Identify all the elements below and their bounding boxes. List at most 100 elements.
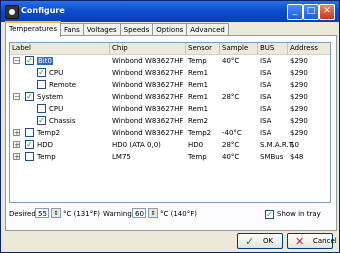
desired-label: Desired [9,210,36,218]
row-sensor: Rem1 [188,105,209,113]
row-label: Temp2 [37,129,61,137]
row-sample: 28°C [222,141,240,149]
row-chip: Winbond W83627HF [112,93,184,101]
row-sample: 40°C [222,153,240,161]
row-sensor: Rem1 [188,81,209,89]
grid-header: Label Chip Sensor Sample BUS Address [10,43,330,55]
row-chip: Winbond W83627HF [112,57,184,65]
show-in-tray-checkbox[interactable]: ✓ [265,210,274,219]
row-chip: Winbond W83627HF [112,69,184,77]
maximize-icon: □ [306,6,316,16]
row-bus: ISA [260,81,272,89]
close-icon: ✕ [323,6,331,16]
row-label: CPU [49,69,64,77]
expand-icon[interactable]: + [13,141,20,149]
row-address: $290 [290,129,308,137]
collapse-icon[interactable]: − [13,93,20,101]
row-bus: ISA [260,105,272,113]
ok-button[interactable]: ✓ OK [237,233,283,249]
maximize-button[interactable]: □ [303,4,319,20]
table-row[interactable]: + Temp LM75 Temp 40°C SMBus $48 [10,151,330,163]
row-checkbox[interactable]: ✓ [37,116,46,125]
tab-temperatures[interactable]: Temperatures [5,21,61,37]
row-sample: 40°C [222,57,240,65]
row-address: $290 [290,117,308,125]
column-header-label[interactable]: Label [10,43,110,54]
ok-label: OK [263,237,274,245]
row-sensor: Rem1 [188,93,209,101]
row-chip: HD0 (ATA 0,0) [112,141,161,149]
row-chip: Winbond W83627HF [112,129,184,137]
column-header-address[interactable]: Address [288,43,330,54]
expand-icon[interactable]: + [13,129,20,137]
row-label: Bit0 [37,57,53,65]
row-sensor: HD0 [188,141,204,149]
row-sensor: Rem2 [188,117,209,125]
show-in-tray-label: Show in tray [277,210,321,218]
row-sensor: Temp [188,153,207,161]
table-row[interactable]: Remote Winbond W83627HF Rem1 ISA $290 [10,79,330,91]
row-checkbox[interactable]: ✓ [37,68,46,77]
row-checkbox[interactable]: ✓ [25,140,34,149]
row-sample: -40°C [222,129,242,137]
minimize-button[interactable]: _ [287,4,303,20]
row-sensor: Temp [188,57,207,65]
expand-icon[interactable]: + [13,153,20,161]
row-checkbox[interactable]: ✓ [25,92,34,101]
threshold-bar: Desired 55 ⇕ °C (131°F) Warning 60 ⇕ °C … [9,207,329,223]
column-header-bus[interactable]: BUS [258,43,288,54]
desired-input[interactable]: 55 [35,208,49,218]
row-bus: SMBus [260,153,284,161]
desired-stepper[interactable]: ⇕ [51,208,61,218]
column-header-chip[interactable]: Chip [110,43,186,54]
collapse-icon[interactable]: − [13,57,20,65]
row-bus: ISA [260,57,272,65]
table-row[interactable]: − ✓ Bit0 Winbond W83627HF Temp 40°C ISA … [10,55,330,67]
row-chip: Winbond W83627HF [112,105,184,113]
row-address: $290 [290,69,308,77]
table-row[interactable]: ✓ CPU Winbond W83627HF Rem1 ISA $290 [10,67,330,79]
row-bus: ISA [260,129,272,137]
warning-label: Warning [103,210,132,218]
spin-arrows-icon: ⇕ [53,210,59,217]
desired-unit: °C (131°F) [63,210,100,218]
table-row[interactable]: ✓ Chassis Winbond W83627HF Rem2 ISA $290 [10,115,330,127]
row-bus: ISA [260,93,272,101]
row-checkbox[interactable] [25,152,34,161]
cancel-label: Cancel [313,237,337,245]
spin-arrows-icon: ⇕ [150,210,156,217]
configure-window: Configure _ □ ✕ Temperatures Fans Voltag… [0,0,340,253]
tab-bar: Temperatures Fans Voltages Speeds Option… [5,21,229,37]
row-address: $290 [290,105,308,113]
row-sample: 28°C [222,93,240,101]
row-address: $48 [290,153,304,161]
row-chip: Winbond W83627HF [112,81,184,89]
cancel-button[interactable]: ✕ Cancel [287,233,337,249]
table-row[interactable]: + Temp2 Winbond W83627HF Temp2 -40°C ISA… [10,127,330,139]
row-checkbox[interactable] [25,128,34,137]
row-label: HDD [37,141,54,149]
row-chip: Winbond W83627HF [112,117,184,125]
row-sensor: Rem1 [188,69,209,77]
row-checkbox[interactable] [37,80,46,89]
table-row[interactable]: + ✓ HDD HD0 (ATA 0,0) HD0 28°C S.M.A.R.T… [10,139,330,151]
row-bus: ISA [260,117,272,125]
warning-input[interactable]: 60 [132,208,146,218]
row-checkbox[interactable]: ✓ [25,56,34,65]
column-header-sample[interactable]: Sample [220,43,258,54]
column-header-sensor[interactable]: Sensor [186,43,220,54]
row-address: $290 [290,93,308,101]
row-bus: ISA [260,69,272,77]
minimize-icon: _ [292,6,298,16]
row-address: $0 [290,141,299,149]
table-row[interactable]: CPU Winbond W83627HF Rem1 ISA $290 [10,103,330,115]
close-button[interactable]: ✕ [319,4,335,20]
table-row[interactable]: − ✓ System Winbond W83627HF Rem1 28°C IS… [10,91,330,103]
row-label: Chassis [49,117,76,125]
row-checkbox[interactable] [37,104,46,113]
sensor-tree-grid[interactable]: Label Chip Sensor Sample BUS Address − ✓… [9,42,331,203]
warning-unit: °C (140°F) [160,210,197,218]
warning-stepper[interactable]: ⇕ [148,208,158,218]
row-address: $290 [290,57,308,65]
row-label: System [37,93,64,101]
